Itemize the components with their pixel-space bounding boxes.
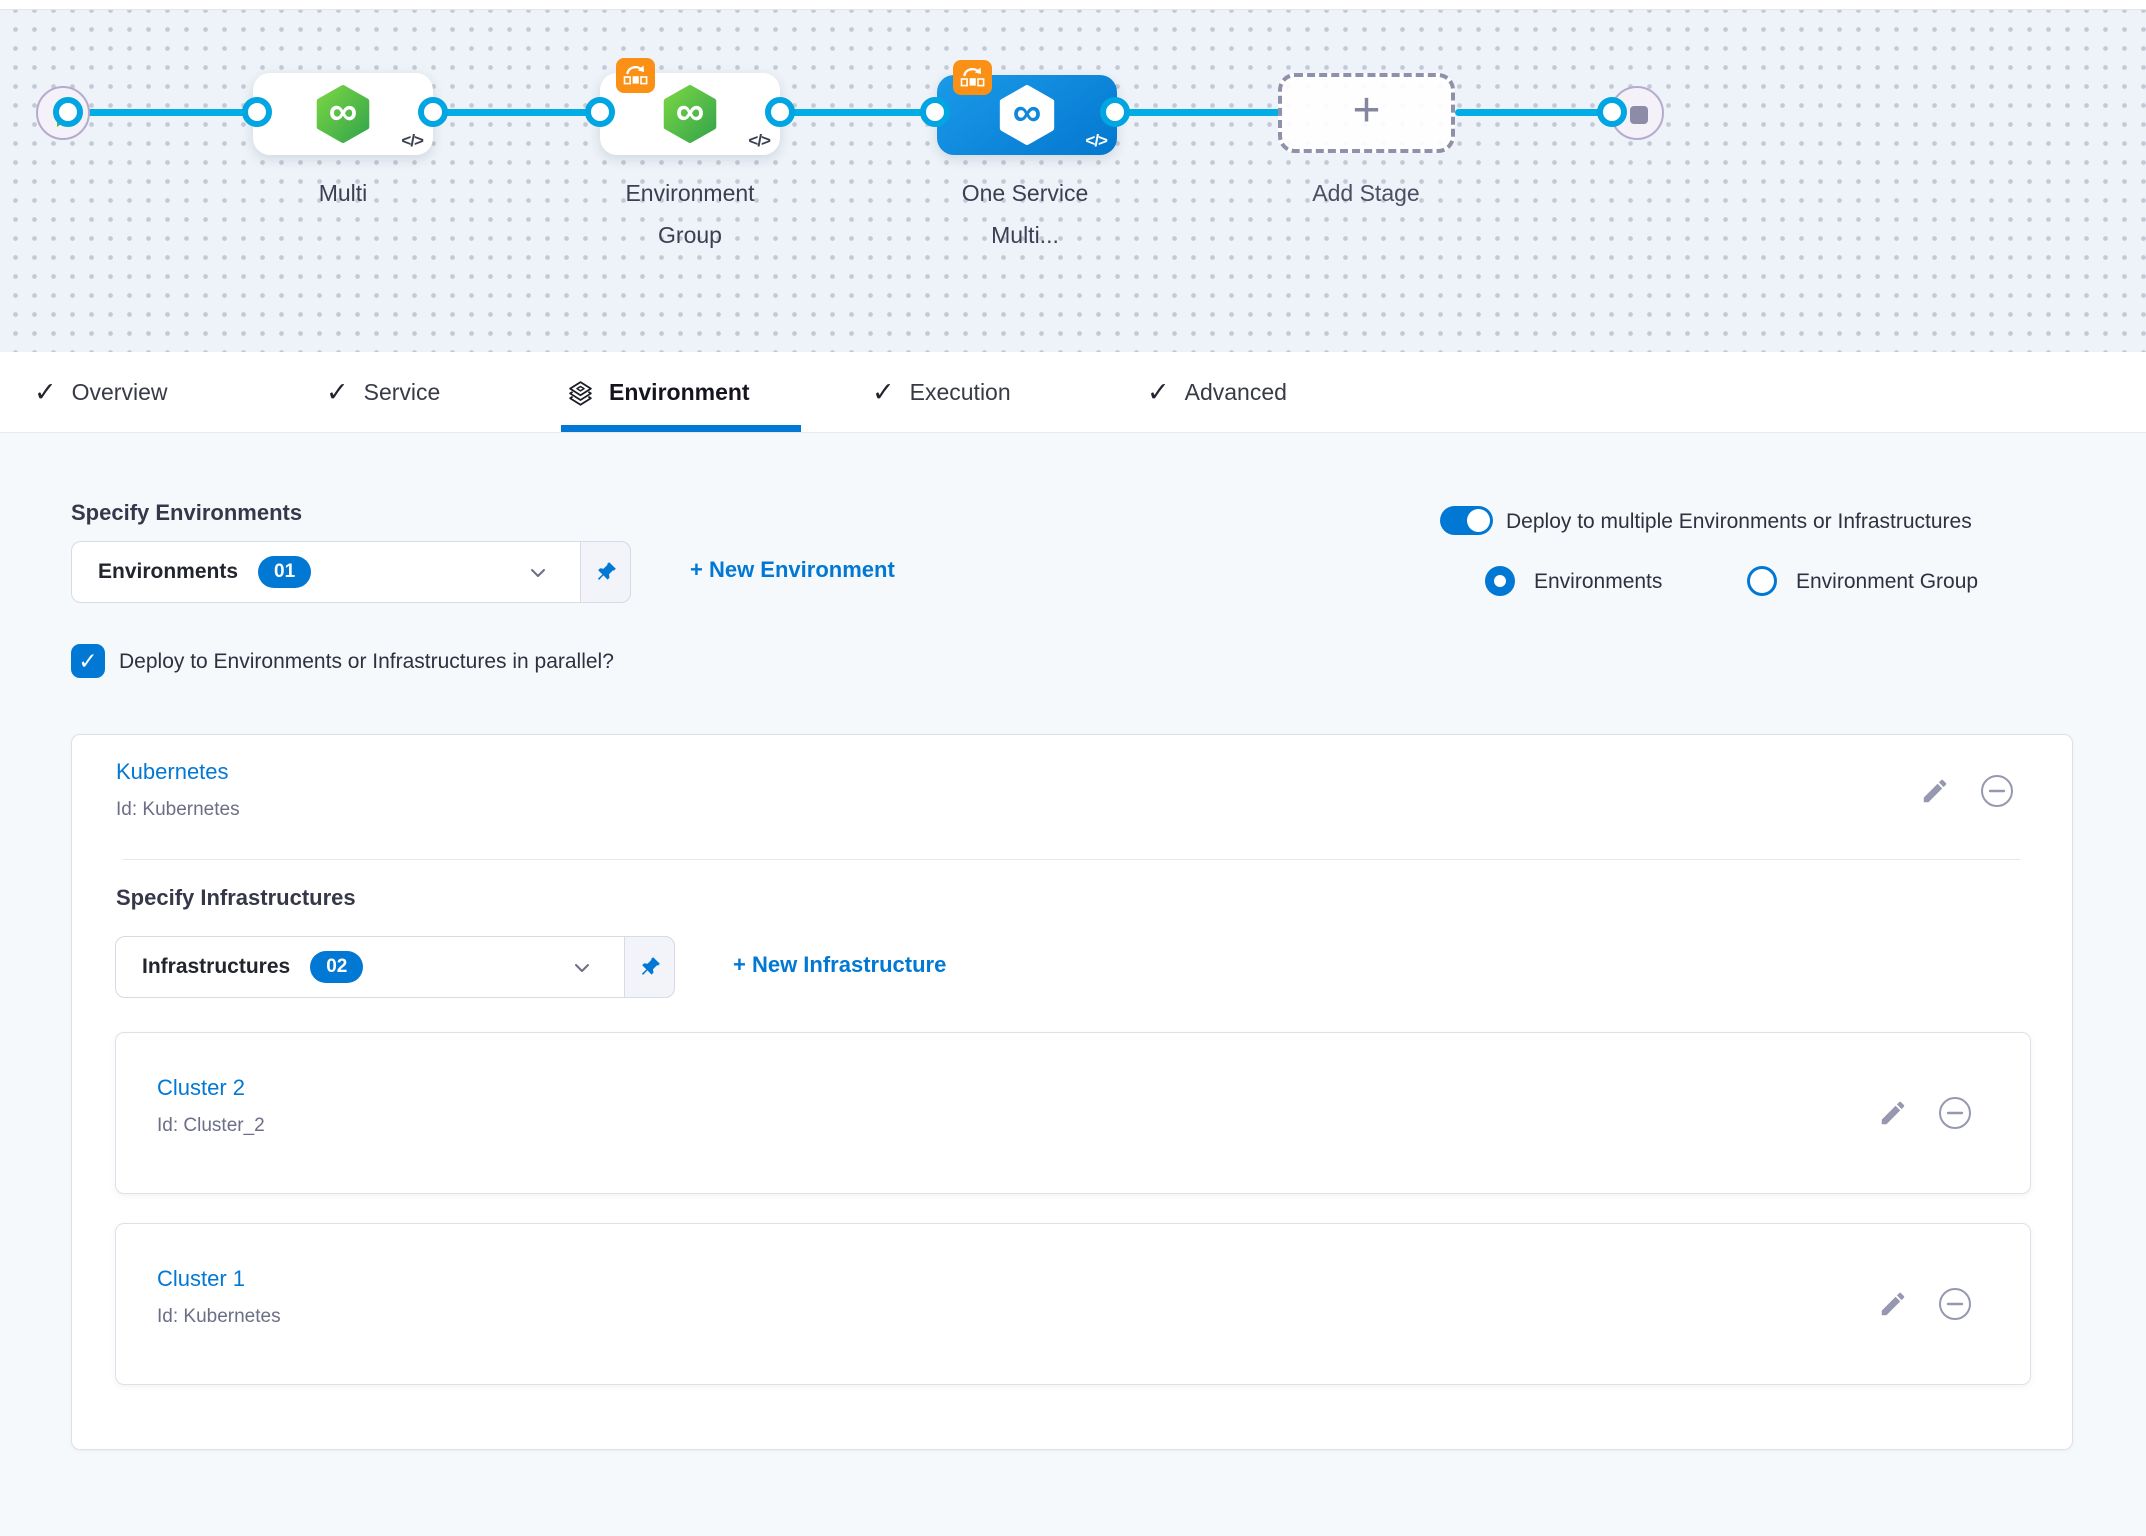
radio-environments-label: Environments: [1534, 570, 1662, 594]
code-view-icon: </>: [748, 131, 770, 151]
pin-toggle-button[interactable]: [580, 541, 631, 603]
chevron-down-icon: [526, 561, 550, 585]
rolling-deploy-badge-icon: [953, 60, 992, 95]
deploy-parallel-checkbox-label: Deploy to Environments or Infrastructure…: [119, 650, 614, 674]
radio-environments[interactable]: [1485, 566, 1515, 596]
infrastructure-title-link[interactable]: Cluster 1: [157, 1266, 245, 1292]
infrastructure-card: Cluster 1 Id: Kubernetes: [115, 1223, 2031, 1385]
infrastructure-card: Cluster 2 Id: Cluster_2: [115, 1032, 2031, 1194]
remove-infrastructure-button[interactable]: [1938, 1096, 1972, 1130]
node-port: [920, 97, 950, 127]
node-port: [1100, 97, 1130, 127]
infrastructures-dropdown[interactable]: Infrastructures 02: [115, 936, 675, 998]
stage-node-one-service-multi[interactable]: ∞ </>: [937, 75, 1117, 155]
pencil-icon: [1920, 776, 1950, 806]
count-badge: 02: [310, 951, 363, 983]
check-icon: ✓: [78, 650, 97, 673]
infinity-icon: ∞: [676, 92, 705, 132]
pipeline-edge: [433, 109, 605, 116]
specify-environments-heading: Specify Environments: [71, 500, 302, 526]
edit-infrastructure-button[interactable]: [1878, 1098, 1908, 1128]
tab-advanced[interactable]: ✓ Advanced: [1147, 352, 1287, 433]
node-port: [418, 97, 448, 127]
infrastructure-title-link[interactable]: Cluster 2: [157, 1075, 245, 1101]
environment-tab-panel: Specify Environments Environments 01 + N…: [0, 433, 2146, 1536]
node-port: [765, 97, 795, 127]
pushpin-icon: [638, 955, 662, 979]
edit-infrastructure-button[interactable]: [1878, 1289, 1908, 1319]
pipeline-canvas: ∞ </> ∞ </>: [0, 0, 2146, 352]
radio-environment-group[interactable]: [1747, 566, 1777, 596]
pencil-icon: [1878, 1289, 1908, 1319]
stage-node-environment-group[interactable]: ∞ </>: [600, 73, 780, 155]
specify-infrastructures-heading: Specify Infrastructures: [116, 885, 356, 911]
tab-service[interactable]: ✓ Service: [326, 352, 440, 433]
pushpin-icon: [594, 560, 618, 584]
node-port: [1597, 97, 1627, 127]
environments-dropdown[interactable]: Environments 01: [71, 541, 631, 603]
dropdown-value: Infrastructures: [142, 955, 290, 979]
check-icon: ✓: [34, 377, 57, 408]
check-icon: ✓: [326, 377, 349, 408]
infrastructure-id-text: Id: Cluster_2: [157, 1115, 265, 1137]
minus-circle-icon: [1938, 1096, 1972, 1130]
pin-toggle-button[interactable]: [624, 936, 675, 998]
edit-environment-button[interactable]: [1920, 776, 1950, 806]
code-view-icon: </>: [1085, 131, 1107, 151]
deploy-multiple-toggle-label: Deploy to multiple Environments or Infra…: [1506, 510, 1972, 534]
deploy-parallel-checkbox[interactable]: ✓: [71, 644, 105, 678]
node-port: [242, 97, 272, 127]
stage-label: Multi: [213, 172, 473, 214]
stage-label: Add Stage: [1236, 172, 1496, 214]
node-port: [585, 97, 615, 127]
pencil-icon: [1878, 1098, 1908, 1128]
environment-id-text: Id: Kubernetes: [116, 799, 240, 821]
toggle-knob: [1467, 509, 1490, 532]
stage-label: One Service Multi...: [895, 172, 1155, 256]
chevron-down-icon: [570, 956, 594, 980]
environment-title-link[interactable]: Kubernetes: [116, 759, 229, 785]
environment-card: Kubernetes Id: Kubernetes Specify Infras…: [71, 734, 2073, 1450]
check-icon: ✓: [872, 377, 895, 408]
minus-circle-icon: [1938, 1287, 1972, 1321]
pipeline-studio-screen: ∞ </> ∞ </>: [0, 0, 2146, 1536]
deploy-multiple-toggle[interactable]: [1440, 506, 1493, 535]
infrastructure-id-text: Id: Kubernetes: [157, 1306, 281, 1328]
tab-execution[interactable]: ✓ Execution: [872, 352, 1011, 433]
stage-label: Environment Group: [560, 172, 820, 256]
infinity-icon: ∞: [329, 92, 358, 132]
plus-icon: +: [1352, 87, 1380, 135]
count-badge: 01: [258, 556, 311, 588]
radio-environment-group-label: Environment Group: [1796, 570, 1978, 594]
environment-layers-icon: [567, 379, 594, 406]
stage-config-tabbar: ✓ Overview ✓ Service Environment ✓ Execu…: [0, 352, 2146, 433]
pipeline-edge: [68, 109, 262, 116]
node-port: [53, 97, 83, 127]
check-icon: ✓: [1147, 377, 1170, 408]
pipeline-edge: [1455, 109, 1617, 116]
infinity-icon: ∞: [1013, 93, 1042, 133]
stop-icon: [1630, 106, 1648, 124]
active-tab-indicator: [561, 425, 801, 432]
dropdown-value: Environments: [98, 560, 238, 584]
card-divider: [122, 859, 2020, 860]
code-view-icon: </>: [401, 131, 423, 151]
stage-node-multi[interactable]: ∞ </>: [253, 73, 433, 155]
add-stage-button[interactable]: +: [1278, 73, 1455, 153]
pipeline-edge: [780, 109, 940, 116]
pipeline-edge: [1115, 109, 1283, 116]
rolling-deploy-badge-icon: [616, 58, 655, 93]
tab-overview[interactable]: ✓ Overview: [34, 352, 167, 433]
minus-circle-icon: [1980, 774, 2014, 808]
tab-environment[interactable]: Environment: [567, 352, 750, 433]
new-infrastructure-link[interactable]: + New Infrastructure: [733, 952, 946, 978]
new-environment-link[interactable]: + New Environment: [690, 557, 895, 583]
remove-infrastructure-button[interactable]: [1938, 1287, 1972, 1321]
remove-environment-button[interactable]: [1980, 774, 2014, 808]
